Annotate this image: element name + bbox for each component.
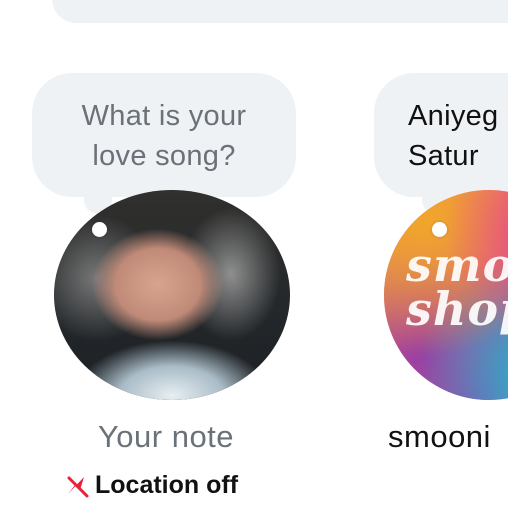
- note-bubble-text: Aniyeg Satur: [408, 100, 499, 172]
- location-label: Location off: [95, 471, 239, 499]
- location-off-icon: [67, 476, 89, 497]
- note-owner-name: Your note: [97, 419, 235, 454]
- note-owner-name: smooni: [388, 419, 491, 454]
- location-status[interactable]: Location off: [64, 471, 238, 500]
- note-bubble-dot: [92, 222, 107, 237]
- notes-tray: What is your love song? Your note Locati…: [0, 0, 508, 508]
- note-bubble[interactable]: Aniyeg Satur: [374, 73, 508, 197]
- note-bubble-dot: [432, 222, 447, 237]
- note-bubble[interactable]: What is your love song?: [32, 73, 296, 197]
- note-card-yours[interactable]: What is your love song? Your note Locati…: [32, 0, 296, 508]
- note-card-smooni[interactable]: Aniyeg Satur smo shop smooni: [370, 0, 508, 508]
- shop-logo-text: shop: [406, 282, 508, 336]
- shop-logo: smo shop: [384, 190, 508, 400]
- profile-photo: [54, 190, 290, 400]
- avatar-yours[interactable]: [54, 190, 290, 400]
- note-bubble-text: What is your love song?: [81, 100, 247, 172]
- avatar-smooni[interactable]: smo shop: [384, 190, 508, 400]
